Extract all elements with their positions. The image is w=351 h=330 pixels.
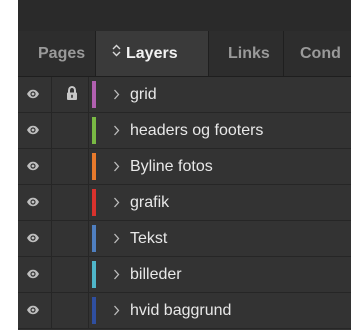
layer-name[interactable]: hvid baggrund — [130, 293, 231, 328]
layer-name[interactable]: Byline fotos — [130, 149, 213, 184]
layer-color-swatch — [92, 81, 96, 108]
eye-icon[interactable] — [26, 269, 40, 279]
layer-color-swatch — [92, 297, 96, 324]
chevron-right-icon[interactable] — [113, 77, 120, 112]
layer-color-swatch — [92, 189, 96, 216]
eye-icon[interactable] — [26, 161, 40, 171]
chevron-right-icon[interactable] — [113, 293, 120, 328]
panel-tab-bar: Pages Layers Links Cond — [18, 31, 351, 77]
visibility-toggle[interactable] — [18, 257, 52, 292]
layer-name[interactable]: headers og footers — [130, 113, 263, 148]
layer-row[interactable]: grid — [18, 77, 351, 113]
layer-name[interactable]: grid — [130, 77, 157, 112]
layer-color-swatch — [92, 225, 96, 252]
chevron-right-icon[interactable] — [113, 113, 120, 148]
layer-list: grid headers og footers Byline fotos grafik… — [18, 77, 351, 329]
layer-row[interactable]: hvid baggrund — [18, 293, 351, 329]
layer-name[interactable]: Tekst — [130, 221, 167, 256]
tab-conditions[interactable]: Cond — [284, 31, 351, 76]
panel-header-strip — [18, 0, 351, 31]
tab-layers-label: Layers — [126, 45, 178, 62]
layer-row[interactable]: Byline fotos — [18, 149, 351, 185]
chevron-right-icon[interactable] — [113, 185, 120, 220]
visibility-toggle[interactable] — [18, 221, 52, 256]
visibility-toggle[interactable] — [18, 293, 52, 328]
eye-icon[interactable] — [26, 125, 40, 135]
lock-toggle[interactable] — [52, 149, 89, 184]
eye-icon[interactable] — [26, 233, 40, 243]
lock-icon[interactable] — [66, 86, 78, 101]
chevron-right-icon[interactable] — [113, 221, 120, 256]
chevron-right-icon[interactable] — [113, 149, 120, 184]
visibility-toggle[interactable] — [18, 185, 52, 220]
layer-color-swatch — [92, 261, 96, 288]
layer-row[interactable]: billeder — [18, 257, 351, 293]
tab-conditions-label: Cond — [300, 45, 341, 62]
layer-color-swatch — [92, 153, 96, 180]
lock-toggle[interactable] — [52, 293, 89, 328]
layer-row[interactable]: Tekst — [18, 221, 351, 257]
tab-layers[interactable]: Layers — [96, 31, 208, 76]
visibility-toggle[interactable] — [18, 77, 52, 112]
tab-links[interactable]: Links — [209, 31, 283, 76]
eye-icon[interactable] — [26, 305, 40, 315]
lock-toggle[interactable] — [52, 77, 89, 112]
eye-icon[interactable] — [26, 89, 40, 99]
tab-pages[interactable]: Pages — [18, 31, 94, 76]
lock-toggle[interactable] — [52, 257, 89, 292]
chevron-updown-icon[interactable] — [112, 31, 121, 76]
lock-toggle[interactable] — [52, 221, 89, 256]
layer-color-swatch — [92, 117, 96, 144]
layers-panel: Pages Layers Links Cond grid headers og f… — [18, 0, 351, 330]
layer-name[interactable]: grafik — [130, 185, 169, 220]
chevron-right-icon[interactable] — [113, 257, 120, 292]
layer-row[interactable]: headers og footers — [18, 113, 351, 149]
layer-name[interactable]: billeder — [130, 257, 182, 292]
visibility-toggle[interactable] — [18, 149, 52, 184]
eye-icon[interactable] — [26, 197, 40, 207]
lock-toggle[interactable] — [52, 185, 89, 220]
visibility-toggle[interactable] — [18, 113, 52, 148]
tab-links-label: Links — [228, 45, 270, 62]
lock-toggle[interactable] — [52, 113, 89, 148]
layer-row[interactable]: grafik — [18, 185, 351, 221]
tab-pages-label: Pages — [38, 45, 86, 62]
